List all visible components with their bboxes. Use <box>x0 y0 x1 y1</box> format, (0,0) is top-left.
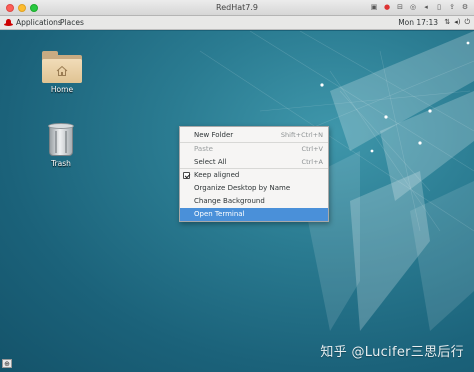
workspace-switcher-icon[interactable]: ⊕ <box>2 359 12 368</box>
trash-label: Trash <box>51 159 71 168</box>
menu-item-label: Organize Desktop by Name <box>194 184 291 193</box>
clock[interactable]: Mon 17:13 <box>398 18 438 27</box>
desktop[interactable]: Home Trash New Folder Shift+Ctrl+N Paste… <box>0 31 474 372</box>
menu-item-label: Paste <box>194 144 213 153</box>
menu-item-organize-desktop[interactable]: Organize Desktop by Name <box>180 182 328 195</box>
menu-item-select-all[interactable]: Select All Ctrl+A <box>180 156 328 169</box>
menu-item-label: New Folder <box>194 131 234 139</box>
menu-item-label: Keep aligned <box>194 171 240 180</box>
power-icon: ⏻ <box>464 18 470 26</box>
applications-label: Applications <box>16 18 62 27</box>
trash-icon <box>48 123 74 157</box>
menu-item-label: Select All <box>194 157 227 166</box>
speaker-icon[interactable]: ◂ <box>421 2 431 13</box>
home-folder-icon <box>42 51 82 83</box>
places-menu[interactable]: Places <box>60 18 84 27</box>
host-toolbar: ▣ ● ⊟ ◎ ◂ ▯ ⇪ ⚙ <box>369 2 470 13</box>
home-folder[interactable]: Home <box>37 51 87 94</box>
mic-icon[interactable]: ▯ <box>434 2 444 13</box>
menu-item-accelerator: Ctrl+V <box>301 144 323 153</box>
menu-item-change-background[interactable]: Change Background <box>180 195 328 208</box>
menu-item-label: Open Terminal <box>194 209 245 218</box>
stop-icon[interactable]: ● <box>382 2 392 13</box>
menu-item-label: Change Background <box>194 196 265 205</box>
menu-item-paste[interactable]: Paste Ctrl+V <box>180 143 328 156</box>
gnome-top-bar: Applications Places Mon 17:13 ⇅ ◂) ⏻ <box>0 16 474 30</box>
redhat-logo-icon <box>4 19 13 26</box>
watermark: 知乎 @Lucifer三思后行 <box>320 345 464 360</box>
record-icon[interactable]: ▣ <box>369 2 379 13</box>
menu-item-new-folder[interactable]: New Folder Shift+Ctrl+N <box>180 129 328 142</box>
volume-icon: ◂) <box>454 18 461 26</box>
menu-item-open-terminal[interactable]: Open Terminal <box>180 207 328 221</box>
applications-menu[interactable]: Applications <box>4 18 62 27</box>
network-icon: ⇅ <box>444 18 451 26</box>
trash[interactable]: Trash <box>36 123 86 168</box>
menu-item-accelerator: Ctrl+A <box>301 157 323 166</box>
system-tray[interactable]: ⇅ ◂) ⏻ <box>444 18 470 27</box>
share-icon[interactable]: ⇪ <box>447 2 457 13</box>
home-label: Home <box>50 85 74 94</box>
settings-icon[interactable]: ⚙ <box>460 2 470 13</box>
menu-item-keep-aligned[interactable]: Keep aligned <box>180 169 328 182</box>
cd-icon[interactable]: ◎ <box>408 2 418 13</box>
menu-item-accelerator: Shift+Ctrl+N <box>280 131 323 139</box>
host-window-titlebar: RedHat7.9 ▣ ● ⊟ ◎ ◂ ▯ ⇪ ⚙ <box>0 0 474 16</box>
usb-icon[interactable]: ⊟ <box>395 2 405 13</box>
checkbox-checked-icon[interactable] <box>183 172 190 180</box>
desktop-context-menu: New Folder Shift+Ctrl+N Paste Ctrl+V Sel… <box>179 126 329 222</box>
